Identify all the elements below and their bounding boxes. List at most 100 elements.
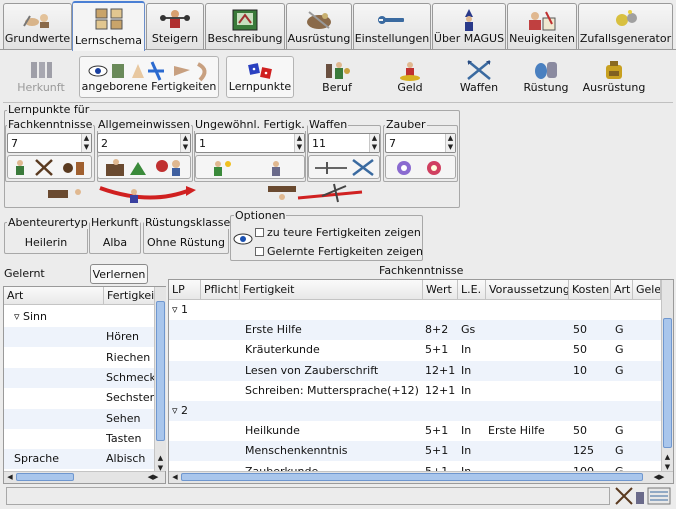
table-row[interactable]: Kräuterkunde 5+1 In 50 G [169,340,661,361]
spinner-arrows[interactable]: ▲ ▼ [180,134,190,152]
column-header[interactable]: Voraussetzung [486,280,569,300]
zu-teure-label: zu teure Fertigkeiten zeigen [267,226,421,239]
cell-kosten: 10 [573,363,587,377]
fachkenntnisse-pick-button[interactable] [7,155,92,179]
scroll-right-arrows[interactable]: ◀▶ [143,472,163,482]
column-header[interactable]: Fertigkeit [240,280,423,300]
list-item[interactable]: Tasten [4,428,154,449]
scroll-left-arrow[interactable]: ◀ [171,472,179,482]
gelernte-checkbox[interactable] [255,247,264,256]
scroll-thumb[interactable] [156,301,165,441]
tab-neuigkeiten[interactable]: Neuigkeiten [507,3,577,49]
lernpunkte-button[interactable]: Lernpunkte [226,56,294,98]
table-row[interactable]: ▿ 2 [169,401,661,421]
column-header[interactable]: Gele [633,280,661,300]
col-fertigkeit[interactable]: Fertigkei [104,287,155,305]
geld-button[interactable]: Geld [378,56,442,98]
scroll-arrows[interactable]: ▲ ▼ [663,452,672,472]
table-row[interactable]: Schreiben: Muttersprache(+12) 12+1 In [169,380,661,401]
tab-zufallsgenerator[interactable]: Zufallsgenerator [578,3,673,49]
table-row[interactable]: Heilkunde 5+1 In Erste Hilfe 50 G [169,421,661,442]
ausruestung-button[interactable]: Ausrüstung [580,56,648,98]
weapons-icon [315,159,374,176]
ungewoehnliche-fertigkeiten-pick-button[interactable] [195,155,305,179]
herkunft-icon [31,62,52,78]
magus-window: Grundwerte Lernschema Steigern Beschreib… [0,0,676,509]
allgemeinwissen-label: Allgemeinwissen [97,118,192,131]
tab-ausruestung[interactable]: Ausrüstung [286,3,352,49]
scroll-thumb[interactable] [181,473,643,481]
herkunft-button[interactable]: Herkunft [8,56,74,98]
gelernt-hscrollbar[interactable]: ◀ ◀▶ [4,471,165,483]
cell-fert: Lesen von Zauberschrift [245,363,379,377]
spinner-arrows[interactable]: ▲ ▼ [81,134,91,152]
table-row[interactable]: Menschenkenntnis 5+1 In 125 G [169,441,661,462]
tab-beschreibung[interactable]: Beschreibung [205,3,285,49]
cell-fert: Hören [106,330,140,344]
fachkenntnisse-spinner[interactable]: 7 ▲ ▼ [7,133,92,153]
column-header[interactable]: Pflicht [201,280,240,300]
list-item[interactable]: ▿ Sinn [4,307,154,327]
allgemeinwissen-value: 2 [101,137,108,150]
spinner-arrows[interactable]: ▲ ▼ [369,134,379,152]
cell-art: ▿ Sinn [14,310,47,323]
angeborene-fertigkeiten-button[interactable]: angeborene Fertigkeiten [79,56,219,98]
cell-kosten: 50 [573,424,587,438]
list-item[interactable]: Hören [4,327,154,348]
waffen-button[interactable]: Waffen [447,56,511,98]
column-header[interactable]: LP [169,280,201,300]
tab-einstellungen[interactable]: Einstellungen [353,3,431,49]
beruf-button[interactable]: Beruf [305,56,369,98]
table-row[interactable]: ▿ 1 [169,300,661,320]
dice-icon [615,10,637,26]
column-header[interactable]: Kosten [569,280,611,300]
cell-fert: Albisch [106,452,146,466]
eye-icon [233,233,253,245]
spinner-arrows[interactable]: ▲ ▼ [294,134,304,152]
scroll-thumb[interactable] [16,473,74,481]
cell-wert: 12+1 [425,383,456,397]
zauber-spinner[interactable]: 7 ▲ ▼ [385,133,456,153]
waffen-pick-button[interactable] [308,155,380,179]
list-item[interactable]: Sehen [4,408,154,429]
ruestung-button[interactable]: Rüstung [516,56,576,98]
table-row[interactable]: Lesen von Zauberschrift 12+1 In 10 G [169,360,661,381]
list-item[interactable]: Riechen [4,347,154,368]
cell-vor: Erste Hilfe [488,424,545,438]
tab-ueber-magus[interactable]: Über MAGUS [432,3,506,49]
scroll-left-arrow[interactable]: ◀ [6,472,14,482]
ungewoehnliche-fertigkeiten-spinner[interactable]: 1 ▲ ▼ [195,133,305,153]
tab-steigern[interactable]: Steigern [146,3,204,49]
list-item[interactable]: Schmeck [4,367,154,388]
scroll-arrows[interactable]: ▲ ▼ [156,453,165,473]
zauber-pick-button[interactable] [385,155,456,179]
cell-art: G [615,444,624,458]
lernpunkte-group-title: Lernpunkte für [7,103,91,116]
table-row[interactable]: Erste Hilfe 8+2 Gs 50 G [169,320,661,341]
ungewoehnliche-fertigkeiten-value: 1 [199,137,206,150]
list-item[interactable]: Sechster [4,388,154,409]
allgemeinwissen-pick-button[interactable] [97,155,191,179]
column-header[interactable]: Art [611,280,633,300]
scroll-thumb[interactable] [663,318,672,448]
spinner-arrows[interactable]: ▲ ▼ [445,134,455,152]
waffen-spinner[interactable]: 11 ▲ ▼ [308,133,380,153]
gelernt-vscrollbar[interactable]: ▲ ▼ [154,287,166,473]
allgemeinwissen-spinner[interactable]: 2 ▲ ▼ [97,133,191,153]
cell-fert: Kräuterkunde [245,343,320,357]
fachkenntnisse-hscrollbar[interactable]: ◀ ◀▶ [169,471,673,483]
col-art[interactable]: Art [4,287,104,305]
character-icon [22,14,49,28]
tab-grundwerte[interactable]: Grundwerte [3,3,72,49]
gelernt-table: Art Fertigkei ▿ Sinn Hören Riechen Schmeck S… [3,286,166,484]
zu-teure-checkbox[interactable] [255,228,264,237]
tab-lernschema[interactable]: Lernschema [72,1,145,51]
cell-fert: Heilkunde [245,424,300,438]
column-header[interactable]: L.E. [458,280,486,300]
column-header[interactable]: Wert [423,280,458,300]
list-item[interactable]: Sprache Albisch [4,449,154,470]
fachkenntnisse-vscrollbar[interactable]: ▲ ▼ [661,280,673,471]
verlernen-button[interactable]: Verlernen [90,264,148,284]
scroll-right-arrows[interactable]: ◀▶ [649,472,669,482]
ruestungsklasse-value: Ohne Rüstung [147,236,225,249]
